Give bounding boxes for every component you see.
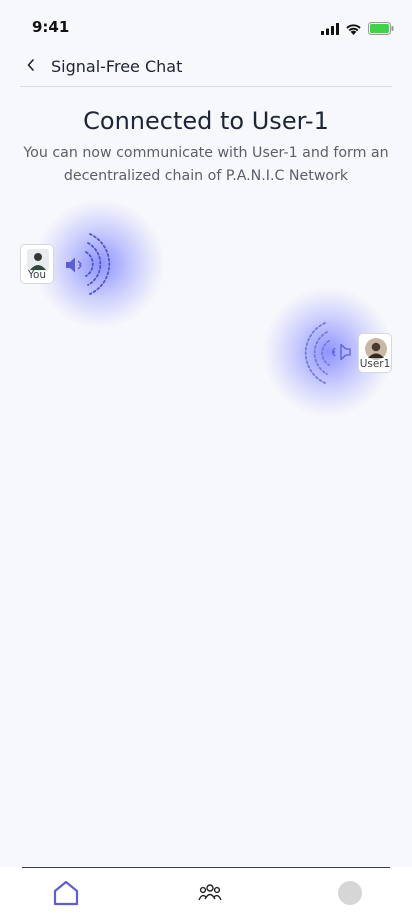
signal-icon	[321, 20, 339, 39]
page-title: Signal-Free Chat	[51, 57, 183, 76]
avatar-you[interactable]: You	[20, 244, 54, 284]
status-icons	[321, 20, 394, 39]
wifi-icon	[345, 20, 362, 39]
bottom-nav	[0, 867, 412, 917]
nav-profile[interactable]	[330, 877, 370, 913]
speaker-icon	[65, 256, 85, 278]
battery-icon	[368, 20, 394, 39]
avatar-label-you: You	[27, 269, 47, 281]
avatar-photo-icon	[27, 249, 49, 271]
avatar-photo-icon	[365, 338, 387, 360]
avatar-user1[interactable]: User1	[358, 333, 392, 373]
app-header: Signal-Free Chat	[20, 52, 392, 87]
back-button[interactable]	[20, 54, 42, 78]
status-bar: 9:41	[0, 0, 412, 54]
speaker-outline-icon	[331, 343, 351, 365]
people-icon	[197, 883, 223, 907]
bottom-divider	[22, 867, 390, 868]
connection-title: Connected to User-1	[83, 107, 329, 135]
profile-icon	[338, 881, 362, 909]
chevron-left-icon	[26, 57, 36, 76]
connection-description: You can now communicate with User-1 and …	[23, 145, 389, 184]
home-icon	[52, 879, 80, 911]
avatar-label-user1: User1	[359, 358, 391, 370]
nav-home[interactable]	[46, 877, 86, 913]
status-time: 9:41	[32, 18, 70, 36]
nav-people[interactable]	[190, 877, 230, 913]
